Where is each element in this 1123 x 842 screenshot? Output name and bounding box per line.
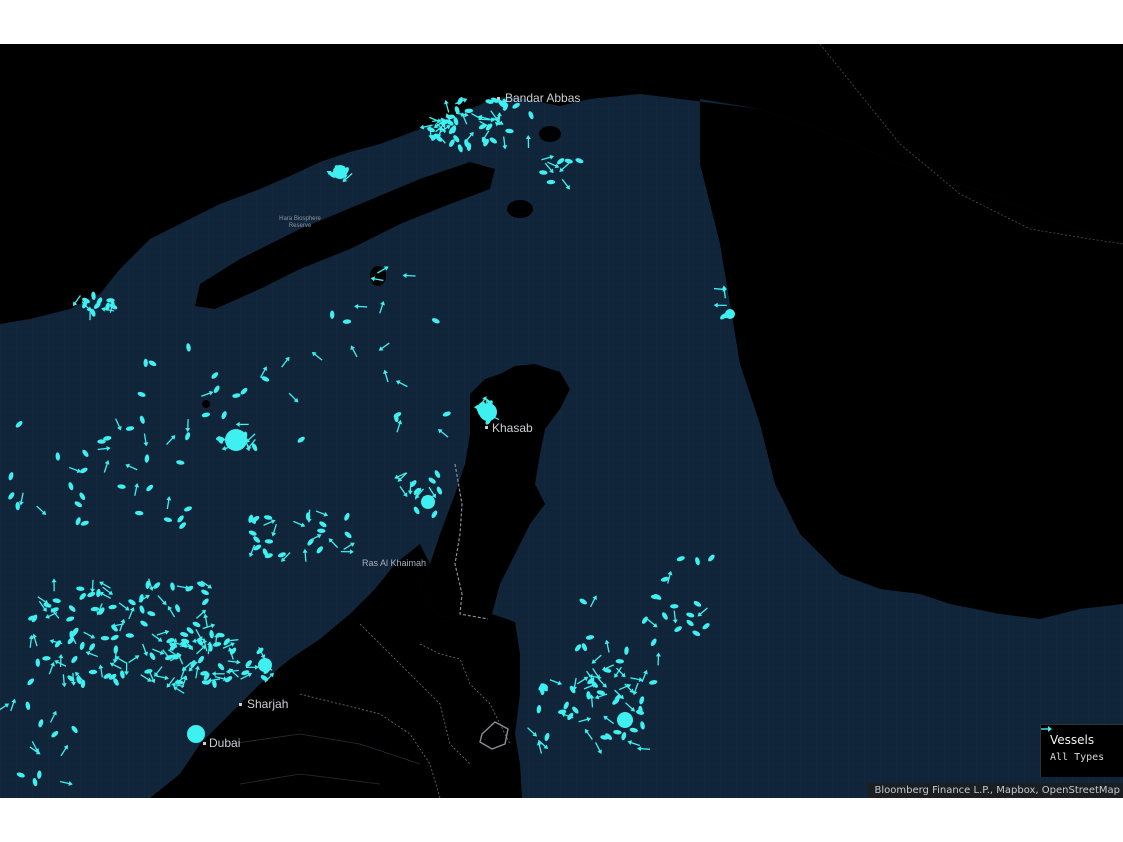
legend-item-label: All Types: [1050, 752, 1105, 763]
vessel-cluster[interactable]: [479, 403, 497, 421]
legend-item[interactable]: All Types: [1041, 726, 1123, 763]
place-marker: [239, 703, 242, 706]
vessel-cluster[interactable]: [258, 658, 272, 672]
vessel-arrow-icon: [1041, 726, 1052, 732]
vessel-cluster[interactable]: [333, 165, 347, 179]
place-label-khasab: Khasab: [492, 421, 533, 435]
vessel-marker[interactable]: [143, 358, 148, 368]
island: [202, 400, 210, 408]
island: [15, 254, 65, 278]
vessel-cluster[interactable]: [725, 309, 735, 319]
vessel-cluster[interactable]: [421, 495, 435, 509]
map-canvas: [0, 44, 1123, 798]
map-legend: Vessels All Types: [1040, 724, 1123, 777]
island: [507, 200, 533, 218]
place-label-dubai: Dubai: [209, 736, 241, 750]
vessel-map[interactable]: Bandar Abbas Khasab Ras Al Khaimah Sharj…: [0, 44, 1123, 798]
vessel-cluster[interactable]: [225, 429, 247, 451]
vessel-cluster[interactable]: [187, 725, 205, 743]
place-marker: [497, 97, 500, 100]
place-marker: [485, 426, 488, 429]
vessel-marker[interactable]: [97, 439, 106, 444]
place-label-bandar-abbas: Bandar Abbas: [505, 91, 581, 105]
place-marker: [203, 742, 206, 745]
legend-title: Vessels: [1050, 733, 1095, 747]
place-label-ras-al-khaimah: Ras Al Khaimah: [362, 558, 427, 568]
place-label-sharjah: Sharjah: [247, 697, 289, 711]
map-attribution[interactable]: Bloomberg Finance L.P., Mapbox, OpenStre…: [868, 783, 1123, 798]
island: [539, 126, 561, 142]
place-label-hara-reserve: Hara Biosphere Reserve: [279, 216, 321, 229]
vessel-cluster[interactable]: [617, 712, 633, 728]
vessel-marker[interactable]: [100, 636, 110, 641]
